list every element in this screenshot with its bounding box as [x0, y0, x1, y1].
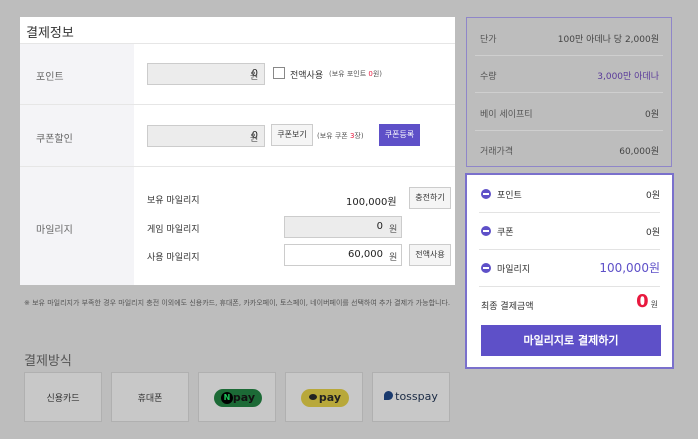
register-coupon-button[interactable]: 쿠폰등록	[379, 124, 420, 146]
held-mileage-value: 100,000원	[346, 197, 397, 208]
deduction-coupon-label: 쿠폰	[497, 228, 514, 238]
bay-safety-value: 0원	[644, 110, 659, 120]
held-mileage-label: 보유 마일리지	[147, 196, 200, 206]
trade-price-value: 60,000원	[619, 147, 659, 157]
row-divider	[20, 166, 455, 167]
use-all-points-checkbox[interactable]	[273, 67, 285, 79]
payment-summary-box: 포인트 0원 쿠폰 0원 마일리지 100,000원 최종 결제금액 0원 마일…	[465, 173, 674, 369]
deduction-mileage-value: 100,000원	[599, 261, 660, 275]
mileage-notice: ※ 보유 마일리지가 부족한 경우 마일리지 충전 이외에도 신용카드, 휴대폰…	[24, 299, 451, 307]
box-divider	[479, 249, 660, 250]
final-amount-unit: 원	[650, 300, 658, 309]
bay-safety-label: 베이 세이프티	[480, 110, 533, 120]
final-amount: 0원	[636, 291, 658, 312]
quantity-label: 수량	[480, 72, 497, 82]
minus-circle-icon	[481, 189, 491, 199]
toss-pay-logo: tosspay	[373, 390, 449, 403]
summary-divider	[475, 55, 663, 56]
summary-row: 베이 세이프티 0원	[467, 96, 671, 127]
payment-info-panel: 결제정보 포인트 0 원 전액사용 (보유 포인트 0원) 쿠폰할인 0 원 쿠…	[20, 17, 455, 285]
method-credit-card[interactable]: 신용카드	[24, 372, 102, 422]
payment-methods-title: 결제방식	[24, 354, 72, 369]
row-divider	[20, 104, 455, 105]
method-kakao-pay[interactable]: pay	[285, 372, 363, 422]
toss-icon	[384, 391, 394, 400]
pay-with-mileage-button[interactable]: 마일리지로 결제하기	[481, 325, 661, 356]
coupon-label: 쿠폰할인	[36, 134, 73, 145]
summary-divider	[475, 92, 663, 93]
coupon-unit: 원	[250, 134, 259, 144]
minus-circle-icon	[481, 226, 491, 236]
mileage-label: 마일리지	[36, 225, 73, 236]
summary-divider	[475, 130, 663, 131]
held-points-text: (보유 포인트 0원)	[329, 70, 383, 78]
method-mobile[interactable]: 휴대폰	[111, 372, 189, 422]
final-amount-label: 최종 결제금액	[481, 302, 534, 312]
game-mileage-label: 게임 마일리지	[147, 225, 200, 235]
use-all-mileage-button[interactable]: 전액사용	[409, 244, 451, 266]
kakao-bubble-icon	[308, 394, 317, 400]
game-mileage-unit: 원	[389, 225, 398, 235]
unit-price-value: 100만 아데나 당 2,000원	[557, 35, 659, 45]
unit-price-label: 단가	[480, 35, 497, 45]
deduction-mileage-label: 마일리지	[497, 265, 531, 275]
minus-circle-icon	[481, 263, 491, 273]
coupon-input[interactable]: 0	[147, 125, 265, 147]
use-mileage-input[interactable]: 60,000	[284, 244, 402, 266]
use-mileage-unit: 원	[389, 253, 398, 263]
method-naver-pay[interactable]: Npay	[198, 372, 276, 422]
quantity-value: 3,000만 아데나	[597, 72, 659, 82]
kakao-pay-logo: pay	[301, 389, 349, 407]
summary-row: 단가 100만 아데나 당 2,000원	[467, 21, 671, 52]
box-divider	[479, 286, 660, 287]
trade-price-label: 거래가격	[480, 147, 514, 157]
charge-mileage-button[interactable]: 충전하기	[409, 187, 451, 209]
use-mileage-label: 사용 마일리지	[147, 253, 200, 263]
summary-row: 거래가격 60,000원	[467, 133, 671, 164]
use-all-points-label: 전액사용	[290, 71, 324, 81]
naver-n-icon: N	[220, 392, 233, 404]
method-mobile-label: 휴대폰	[137, 394, 163, 404]
game-mileage-input: 0	[284, 216, 402, 238]
view-coupons-button[interactable]: 쿠폰보기	[271, 124, 313, 146]
point-unit: 원	[250, 72, 259, 82]
deduction-coupon-value: 0원	[645, 228, 660, 238]
deduction-point-value: 0원	[645, 191, 660, 201]
payment-info-title: 결제정보	[26, 26, 74, 41]
naver-pay-logo: Npay	[214, 389, 262, 407]
final-amount-value: 0	[636, 291, 649, 312]
order-summary: 단가 100만 아데나 당 2,000원 수량 3,000만 아데나 베이 세이…	[466, 17, 672, 167]
method-toss-pay[interactable]: tosspay	[372, 372, 450, 422]
method-credit-card-label: 신용카드	[46, 394, 80, 404]
held-coupons-text: (보유 쿠폰 3장)	[317, 132, 364, 140]
point-label: 포인트	[36, 72, 64, 83]
summary-row: 수량 3,000만 아데나	[467, 58, 671, 89]
deduction-point-label: 포인트	[497, 191, 522, 201]
box-divider	[479, 212, 660, 213]
point-input[interactable]: 0	[147, 63, 265, 85]
